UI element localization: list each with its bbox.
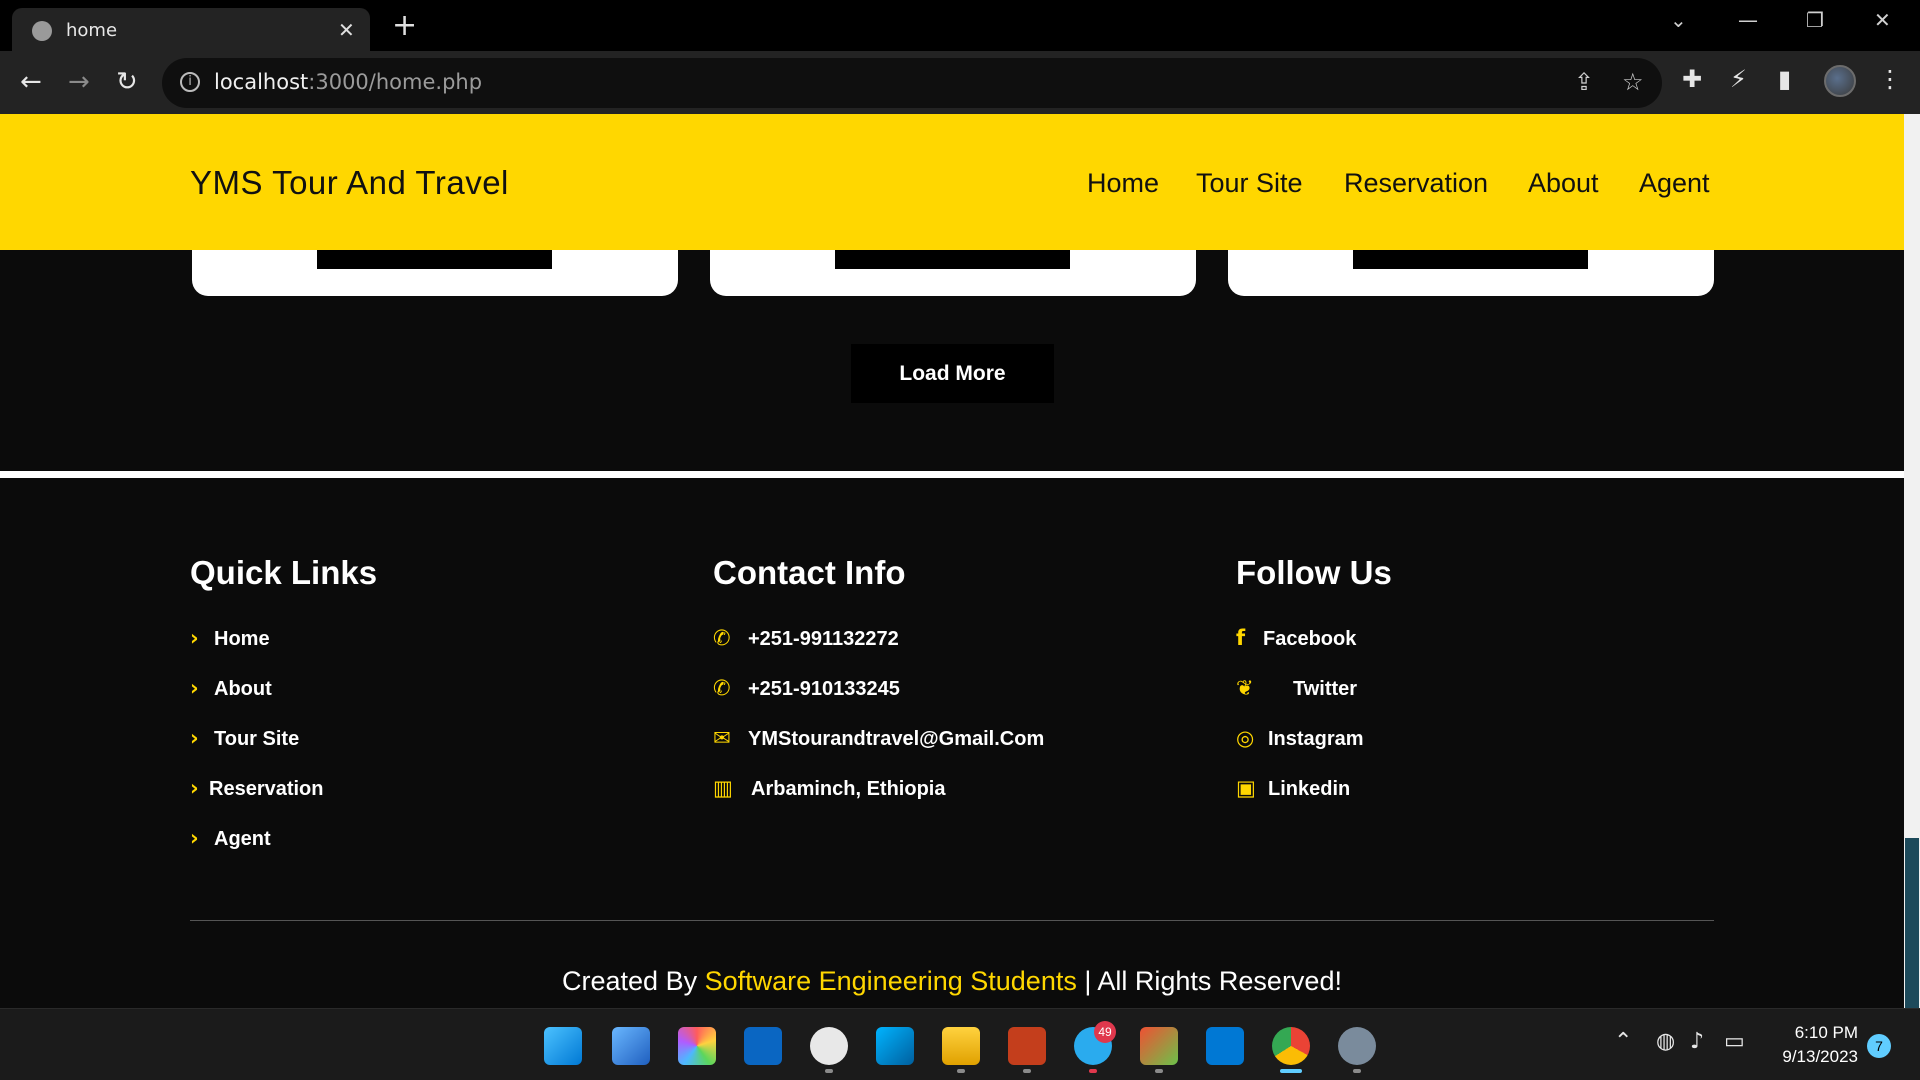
browser-tab[interactable]: home ✕ — [12, 8, 370, 51]
github-desktop-icon[interactable] — [810, 1027, 848, 1065]
card-button[interactable] — [835, 249, 1070, 269]
quick-link-agent[interactable]: › Agent — [190, 824, 670, 874]
load-more-button[interactable]: Load More — [851, 344, 1054, 403]
card-button[interactable] — [1353, 249, 1588, 269]
vscode-icon[interactable] — [1206, 1027, 1244, 1065]
chevron-up-icon[interactable]: ⌃ — [1614, 1029, 1632, 1054]
side-panel-icon[interactable]: ▮ — [1778, 65, 1791, 93]
file-explorer-icon[interactable] — [942, 1027, 980, 1065]
share-icon[interactable]: ⇪ — [1574, 68, 1594, 96]
tab-search-icon[interactable]: ⌄ — [1670, 8, 1687, 32]
contact-phone-2[interactable]: ✆ +251-910133245 — [713, 674, 1193, 724]
web-page: YMS Tour And Travel Home Tour Site Reser… — [0, 114, 1904, 1008]
menu-icon[interactable]: ⋮ — [1878, 65, 1902, 93]
photos-icon[interactable] — [678, 1027, 716, 1065]
site-logo[interactable]: YMS Tour And Travel — [190, 164, 509, 202]
telegram-badge: 49 — [1094, 1021, 1116, 1043]
site-info-icon[interactable]: i — [180, 72, 200, 92]
start-icon[interactable] — [544, 1027, 582, 1065]
clock-time: 6:10 PM — [1794, 1023, 1858, 1042]
running-indicator — [1280, 1069, 1302, 1073]
clock-date: 9/13/2023 — [1782, 1047, 1858, 1066]
clock[interactable]: 6:10 PM 9/13/2023 — [1768, 1021, 1858, 1069]
social-facebook[interactable]: f Facebook — [1236, 624, 1716, 674]
social-instagram[interactable]: ◎ Instagram — [1236, 724, 1716, 774]
nav-about[interactable]: About — [1528, 168, 1599, 199]
nav-reservation[interactable]: Reservation — [1344, 168, 1488, 199]
extensions-icon[interactable]: ✚ — [1682, 65, 1702, 93]
bookmark-star-icon[interactable]: ☆ — [1622, 68, 1644, 96]
close-window-button[interactable]: ✕ — [1874, 8, 1891, 32]
reload-button[interactable]: ↻ — [116, 67, 138, 97]
section-divider — [0, 471, 1904, 478]
envelope-icon: ✉ — [713, 726, 731, 750]
network-icon[interactable]: ◍ — [1656, 1029, 1675, 1054]
contact-location[interactable]: ▥ Arbaminch, Ethiopia — [713, 774, 1193, 824]
follow-us-heading: Follow Us — [1236, 554, 1392, 591]
quick-links-heading: Quick Links — [190, 554, 378, 591]
facebook-icon: f — [1236, 626, 1246, 650]
nav-tour-site[interactable]: Tour Site — [1196, 168, 1303, 199]
footer-credit: Created By Software Engineering Students… — [562, 966, 1342, 996]
restore-button[interactable]: ❐ — [1806, 8, 1824, 32]
linkedin-icon: ▣ — [1236, 776, 1256, 800]
social-twitter[interactable]: ❦ Twitter — [1236, 674, 1716, 724]
battery-icon[interactable]: ▭ — [1724, 1029, 1745, 1054]
running-indicator — [957, 1069, 965, 1073]
volume-icon[interactable]: ♪ — [1690, 1029, 1704, 1054]
card-button[interactable] — [317, 249, 552, 269]
forward-button[interactable]: → — [68, 67, 90, 97]
settings-icon[interactable] — [1338, 1027, 1376, 1065]
globe-icon — [32, 21, 52, 41]
twitter-icon: ❦ — [1236, 676, 1254, 700]
quick-link-tour-site[interactable]: › Tour Site — [190, 724, 670, 774]
browser-toolbar: ← → ↻ i localhost:3000/home.php ⇪ ☆ ✚ ⚡ … — [0, 51, 1920, 114]
running-indicator — [1023, 1069, 1031, 1073]
site-header: YMS Tour And Travel Home Tour Site Reser… — [0, 114, 1904, 250]
scrollbar-thumb[interactable] — [1905, 838, 1919, 1008]
back-button[interactable]: ← — [20, 67, 42, 97]
performance-icon[interactable]: ⚡ — [1730, 65, 1747, 93]
task-view-icon[interactable] — [612, 1027, 650, 1065]
quick-link-reservation[interactable]: › Reservation — [190, 774, 670, 824]
running-indicator — [1353, 1069, 1361, 1073]
credit-highlight: Software Engineering Students — [704, 966, 1077, 996]
tab-title: home — [66, 20, 118, 41]
running-indicator — [825, 1069, 833, 1073]
new-tab-button[interactable]: + — [392, 8, 417, 43]
contact-phone-1[interactable]: ✆ +251-991132272 — [713, 624, 1193, 674]
map-icon: ▥ — [713, 776, 733, 800]
taskbar: 49 ⌃ ◍ ♪ ▭ 6:10 PM 9/13/2023 7 — [0, 1008, 1920, 1080]
linkedin-app-icon[interactable] — [744, 1027, 782, 1065]
follow-us-section: Follow Us f Facebook ❦ Twitter ◎ Instagr… — [1236, 554, 1716, 824]
contact-info-heading: Contact Info — [713, 554, 906, 591]
browser-titlebar: home ✕ + ⌄ — ❐ ✕ — [0, 0, 1920, 51]
contact-info-section: Contact Info ✆ +251-991132272 ✆ +251-910… — [713, 554, 1193, 824]
address-bar[interactable]: i localhost:3000/home.php ⇪ ☆ — [162, 58, 1662, 108]
chrome-icon[interactable] — [1272, 1027, 1310, 1065]
notification-badge[interactable]: 7 — [1867, 1034, 1891, 1058]
visual-studio-icon[interactable] — [876, 1027, 914, 1065]
quick-link-home[interactable]: › Home — [190, 624, 670, 674]
nav-home[interactable]: Home — [1087, 168, 1159, 199]
git-icon[interactable] — [1140, 1027, 1178, 1065]
instagram-icon: ◎ — [1236, 726, 1255, 750]
running-indicator — [1155, 1069, 1163, 1073]
phone-icon: ✆ — [713, 626, 731, 650]
contact-email[interactable]: ✉ YMStourandtravel@Gmail.Com — [713, 724, 1193, 774]
powerpoint-icon[interactable] — [1008, 1027, 1046, 1065]
nav-agent[interactable]: Agent — [1639, 168, 1710, 199]
url-text[interactable]: localhost:3000/home.php — [214, 70, 482, 94]
minimize-button[interactable]: — — [1738, 8, 1758, 32]
social-linkedin[interactable]: ▣ Linkedin — [1236, 774, 1716, 824]
running-indicator — [1089, 1069, 1097, 1073]
profile-avatar[interactable] — [1824, 65, 1856, 97]
footer-divider — [190, 920, 1714, 921]
quick-links-section: Quick Links › Home › About › Tour Site ›… — [190, 554, 670, 874]
phone-icon: ✆ — [713, 676, 731, 700]
quick-link-about[interactable]: › About — [190, 674, 670, 724]
close-tab-icon[interactable]: ✕ — [338, 18, 355, 42]
